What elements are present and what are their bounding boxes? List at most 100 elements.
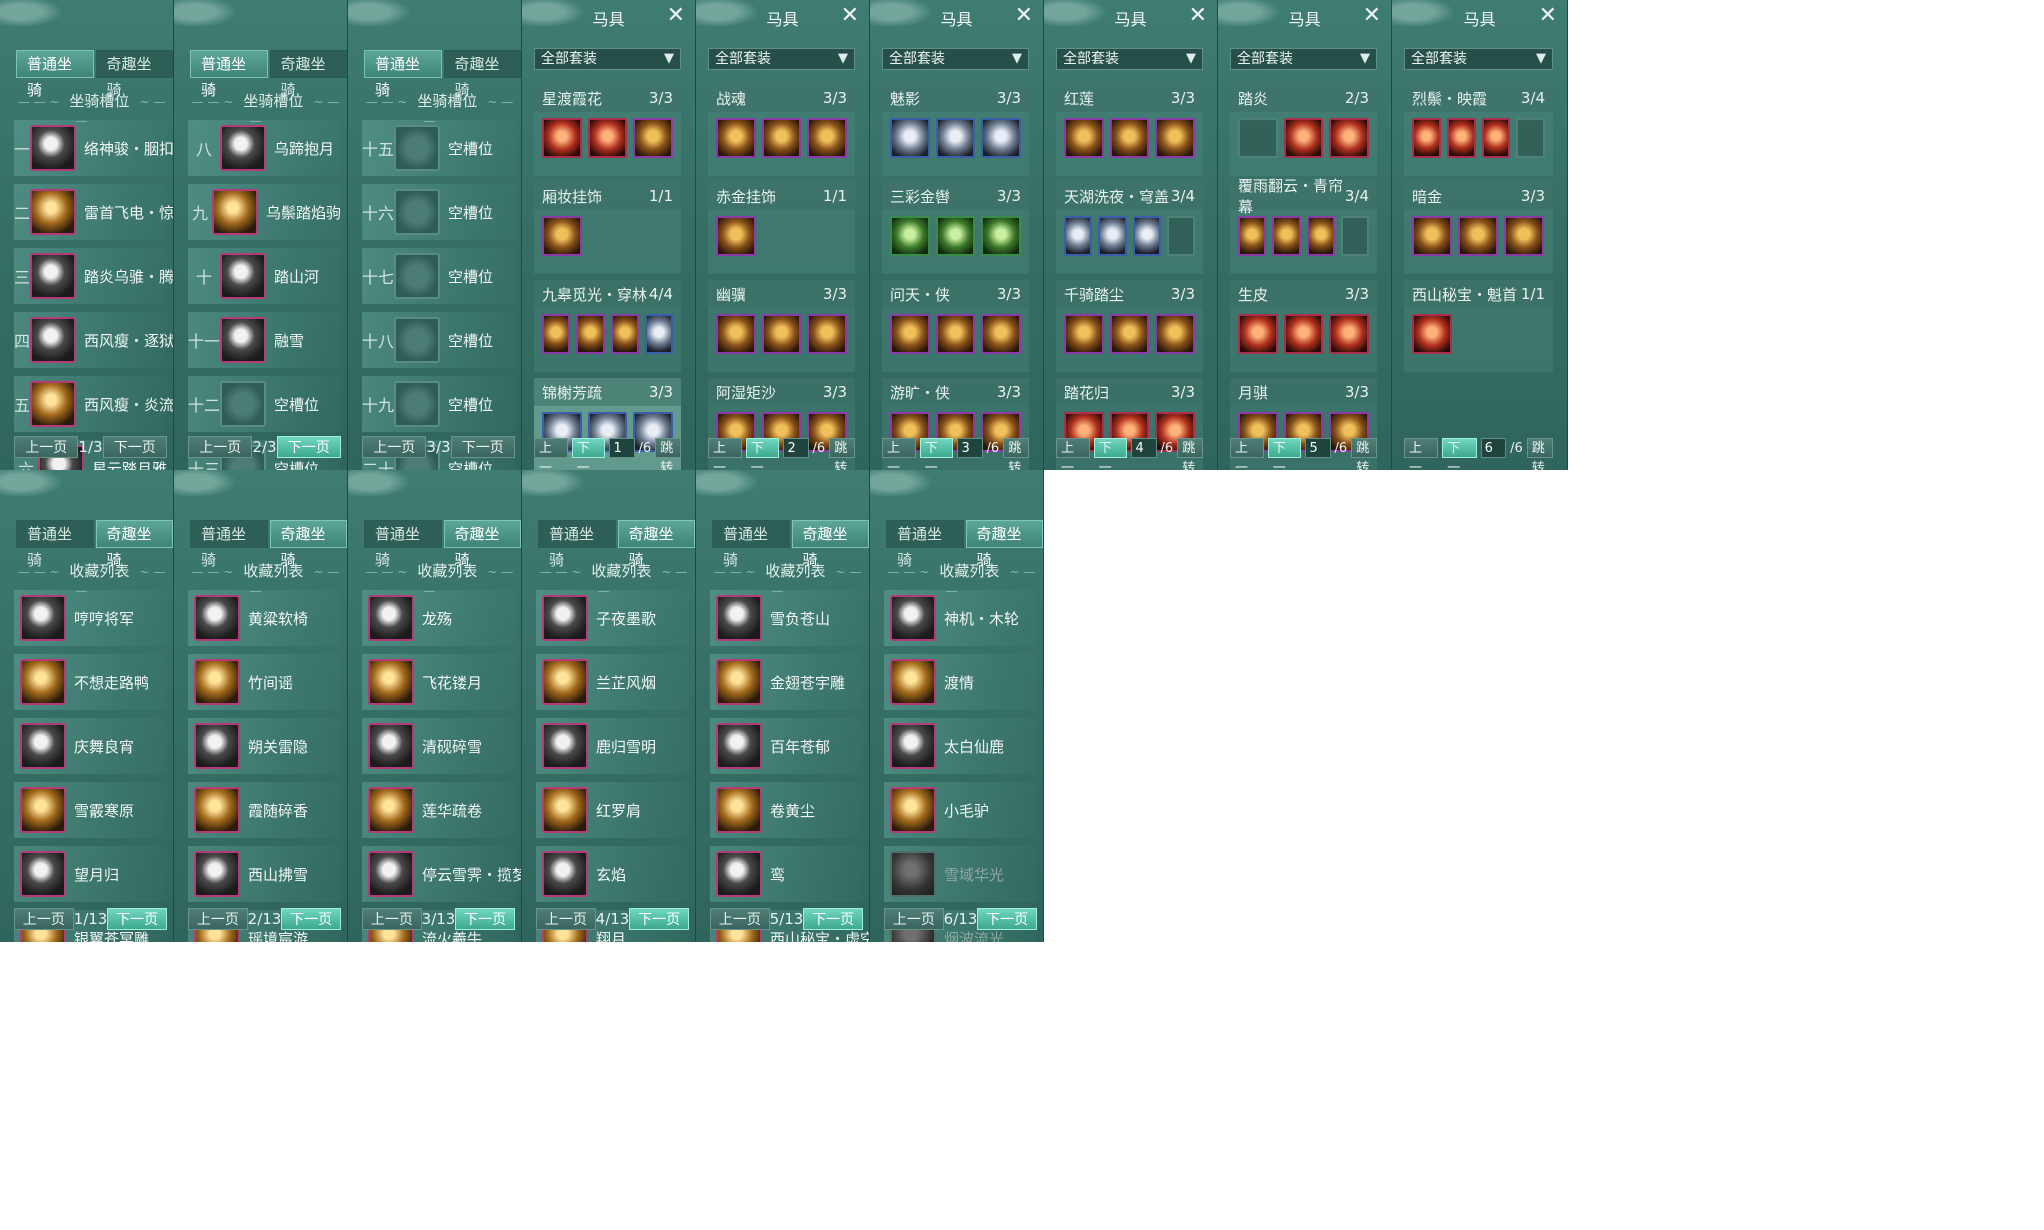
gear-set-card[interactable]: 踏炎 2/3 — [1230, 84, 1377, 176]
tab-normal-mounts[interactable]: 普通坐骑 — [712, 520, 790, 569]
gear-item-icon[interactable] — [1064, 118, 1104, 158]
next-page-button[interactable]: 下一页 — [571, 438, 606, 470]
next-page-button[interactable]: 下一页 — [281, 908, 341, 930]
gear-set-card[interactable]: 幽骥 3/3 — [708, 280, 855, 372]
mount-slot-row[interactable]: 一 络神骏・胭扣 — [14, 120, 173, 176]
collection-row[interactable]: 不想走路鸭 — [14, 654, 167, 710]
mount-slot-row[interactable]: 十一 融雪 — [188, 312, 341, 368]
collection-row[interactable]: 神机・木轮 — [884, 590, 1037, 646]
gear-item-icon[interactable] — [644, 314, 673, 354]
gear-item-icon[interactable] — [890, 314, 930, 354]
gear-item-icon[interactable] — [1504, 216, 1544, 256]
collection-row[interactable]: 庆舞良宵 — [14, 718, 167, 774]
gear-item-icon[interactable] — [576, 314, 605, 354]
gear-item-icon[interactable] — [890, 118, 930, 158]
gear-item-icon[interactable] — [1109, 314, 1150, 354]
gear-item-icon[interactable] — [1458, 216, 1498, 256]
gear-item-icon[interactable] — [1329, 118, 1370, 158]
prev-page-button[interactable]: 上一页 — [534, 438, 568, 470]
close-icon[interactable]: ✕ — [841, 3, 859, 28]
collection-row[interactable]: 鸾 — [710, 846, 863, 902]
collection-row[interactable]: 小毛驴 — [884, 782, 1037, 838]
jump-button[interactable]: 跳转 — [1177, 438, 1204, 470]
collection-row[interactable]: 望月归 — [14, 846, 167, 902]
mount-slot-row[interactable]: 十六 空槽位 — [362, 184, 515, 240]
gear-set-card[interactable]: 暗金 3/3 — [1404, 182, 1553, 274]
gear-item-icon[interactable] — [807, 118, 848, 158]
mount-slot-row[interactable]: 八 乌蹄抱月 — [188, 120, 341, 176]
mount-slot-row[interactable]: 十八 空槽位 — [362, 312, 515, 368]
tab-special-mounts[interactable]: 奇趣坐骑 — [617, 520, 695, 569]
prev-page-button[interactable]: 上一页 — [1056, 438, 1090, 470]
gear-item-icon[interactable] — [716, 314, 756, 354]
page-input[interactable]: 6 — [1480, 438, 1507, 458]
prev-page-button[interactable]: 上一页 — [1230, 438, 1264, 470]
set-filter-dropdown[interactable]: 全部套装 ▼ — [1404, 48, 1553, 70]
page-input[interactable]: 2 — [783, 438, 809, 458]
gear-item-icon[interactable] — [587, 118, 628, 158]
prev-page-button[interactable]: 上一页 — [362, 908, 422, 930]
prev-page-button[interactable]: 上一页 — [884, 908, 944, 930]
collection-row[interactable]: 雪负苍山 — [710, 590, 863, 646]
collection-row[interactable]: 清砚碎雪 — [362, 718, 515, 774]
next-page-button[interactable]: 下一页 — [107, 908, 167, 930]
tab-special-mounts[interactable]: 奇趣坐骑 — [443, 50, 521, 99]
close-icon[interactable]: ✕ — [1539, 3, 1557, 28]
gear-item-icon[interactable] — [1481, 118, 1511, 158]
set-filter-dropdown[interactable]: 全部套装 ▼ — [708, 48, 855, 70]
gear-set-card[interactable]: 覆雨翻云・青帘幕 3/4 — [1230, 177, 1377, 274]
gear-item-icon[interactable] — [610, 314, 639, 354]
mount-slot-row[interactable]: 五 西风瘦・炎流 — [14, 376, 173, 432]
collection-row[interactable]: 兰芷风烟 — [536, 654, 689, 710]
collection-row[interactable]: 停云雪霁・揽梦 — [362, 846, 521, 902]
gear-item-icon[interactable] — [1238, 216, 1267, 256]
gear-item-icon[interactable] — [1238, 314, 1278, 354]
collection-row[interactable]: 百年苍郁 — [710, 718, 863, 774]
collection-row[interactable]: 朔关雷隐 — [188, 718, 341, 774]
set-filter-dropdown[interactable]: 全部套装 ▼ — [1056, 48, 1203, 70]
gear-item-icon[interactable] — [1283, 314, 1324, 354]
gear-item-icon[interactable] — [981, 314, 1022, 354]
prev-page-button[interactable]: 上一页 — [14, 436, 79, 458]
collection-row[interactable]: 太白仙鹿 — [884, 718, 1037, 774]
close-icon[interactable]: ✕ — [1363, 3, 1381, 28]
set-filter-dropdown[interactable]: 全部套装 ▼ — [534, 48, 681, 70]
gear-item-icon[interactable] — [1329, 314, 1370, 354]
page-input[interactable]: 3 — [957, 438, 983, 458]
gear-set-card[interactable]: 战魂 3/3 — [708, 84, 855, 176]
mount-slot-row[interactable]: 二 雷首飞电・惊辰 — [14, 184, 173, 240]
prev-page-button[interactable]: 上一页 — [1404, 438, 1439, 470]
prev-page-button[interactable]: 上一页 — [14, 908, 74, 930]
collection-row[interactable]: 哼哼将军 — [14, 590, 167, 646]
collection-row[interactable]: 龙殇 — [362, 590, 515, 646]
collection-row[interactable]: 渡情 — [884, 654, 1037, 710]
next-page-button[interactable]: 下一页 — [629, 908, 689, 930]
tab-special-mounts[interactable]: 奇趣坐骑 — [443, 520, 521, 569]
collection-row[interactable]: 莲华疏卷 — [362, 782, 515, 838]
collection-row[interactable]: 雪霰寒原 — [14, 782, 167, 838]
gear-item-icon[interactable] — [981, 118, 1022, 158]
gear-set-card[interactable]: 千骑踏尘 3/3 — [1056, 280, 1203, 372]
next-page-button[interactable]: 下一页 — [102, 436, 167, 458]
gear-set-card[interactable]: 三彩金辔 3/3 — [882, 182, 1029, 274]
tab-normal-mounts[interactable]: 普通坐骑 — [190, 520, 268, 569]
prev-page-button[interactable]: 上一页 — [362, 436, 427, 458]
prev-page-button[interactable]: 上一页 — [882, 438, 916, 470]
gear-item-icon[interactable] — [1155, 314, 1196, 354]
tab-special-mounts[interactable]: 奇趣坐骑 — [269, 50, 347, 99]
jump-button[interactable]: 跳转 — [1526, 438, 1553, 470]
gear-item-icon[interactable] — [1064, 314, 1104, 354]
next-page-button[interactable]: 下一页 — [1093, 438, 1128, 470]
gear-set-card[interactable]: 烈鬃・映霞 3/4 — [1404, 84, 1553, 176]
prev-page-button[interactable]: 上一页 — [536, 908, 596, 930]
tab-normal-mounts[interactable]: 普通坐骑 — [16, 520, 94, 569]
next-page-button[interactable]: 下一页 — [803, 908, 863, 930]
next-page-button[interactable]: 下一页 — [919, 438, 954, 470]
next-page-button[interactable]: 下一页 — [276, 436, 341, 458]
next-page-button[interactable]: 下一页 — [455, 908, 515, 930]
collection-row[interactable]: 卷黄尘 — [710, 782, 863, 838]
collection-row[interactable]: 雪域华光 — [884, 846, 1037, 902]
gear-item-icon[interactable] — [716, 216, 756, 256]
page-input[interactable]: 1 — [609, 438, 635, 458]
gear-item-icon[interactable] — [1412, 216, 1452, 256]
